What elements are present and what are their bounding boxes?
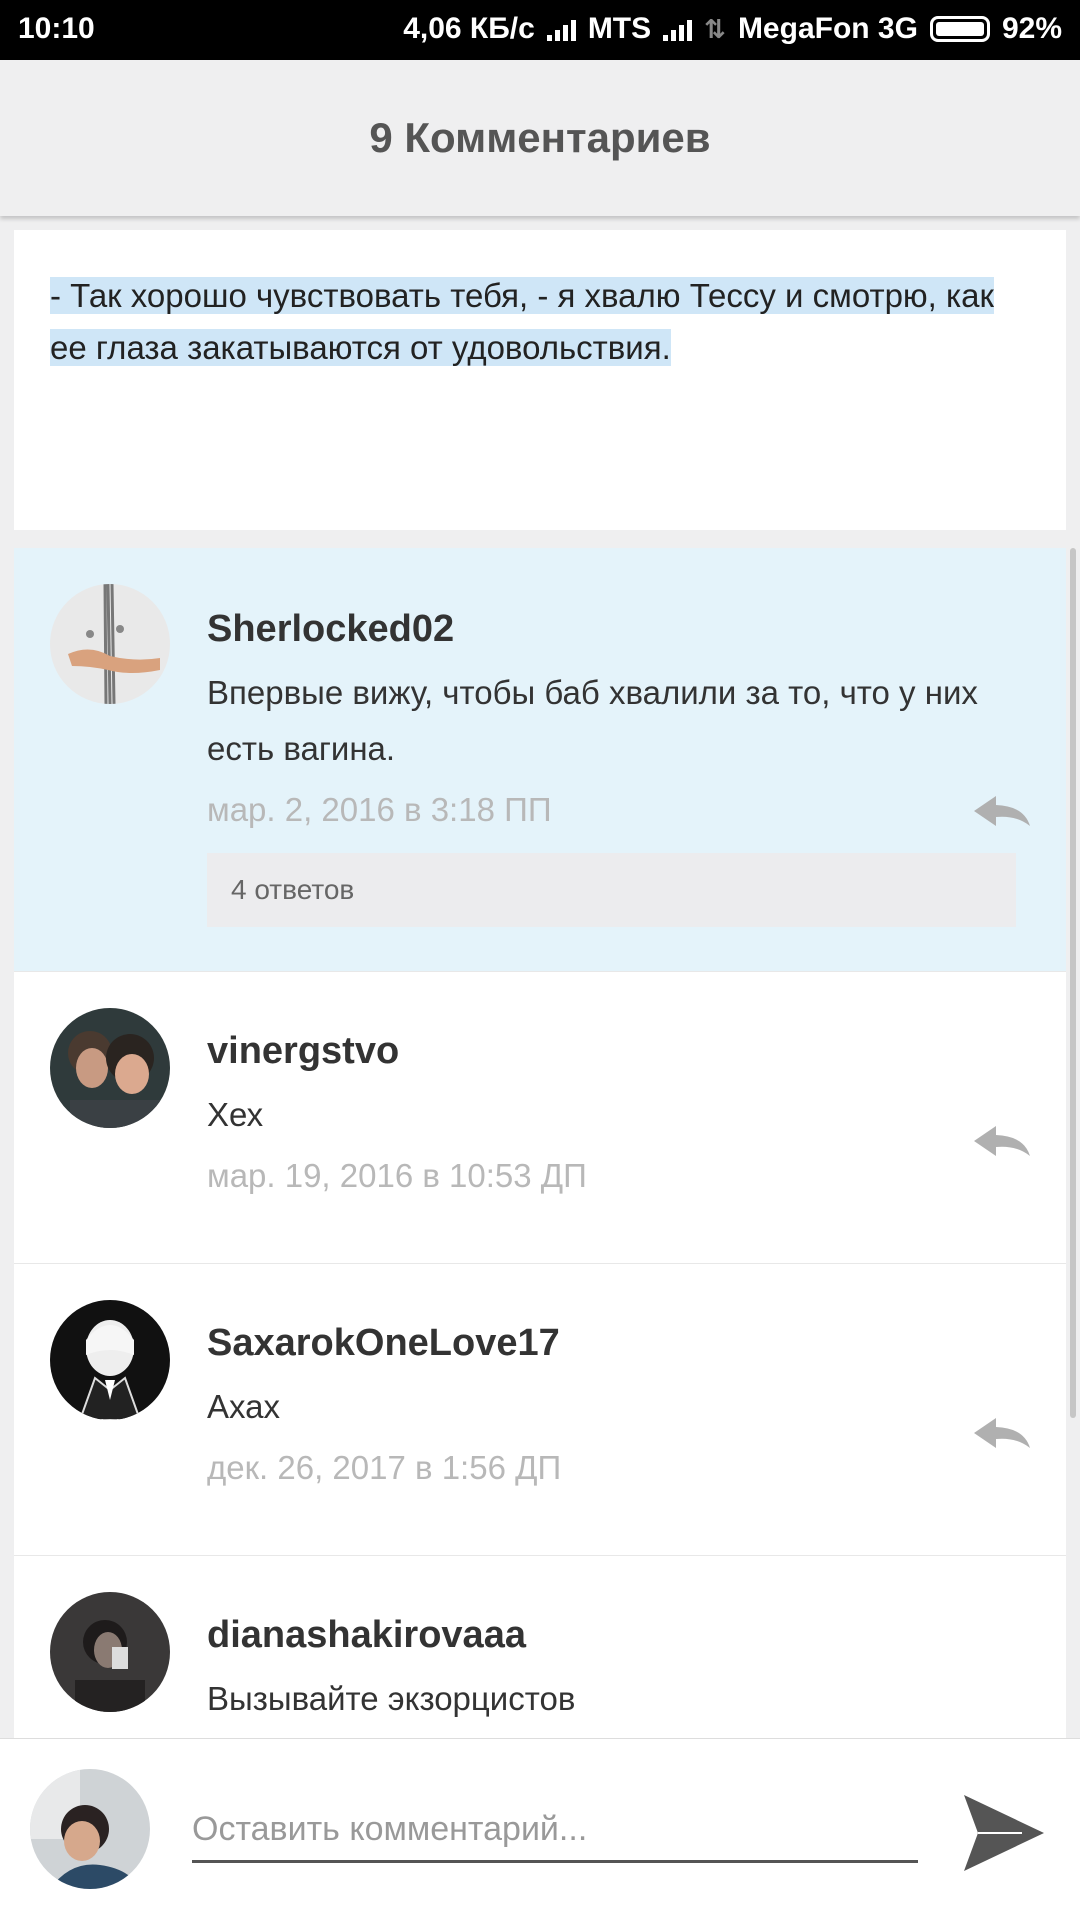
avatar[interactable] xyxy=(50,584,170,704)
comment-username[interactable]: Sherlocked02 xyxy=(207,608,1036,651)
status-bar: 10:10 4,06 КБ/с MTS ⇅ MegaFon 3G 92% xyxy=(0,0,1080,60)
comment-date: дек. 26, 2017 в 1:56 ДП xyxy=(207,1449,562,1486)
reply-icon[interactable] xyxy=(972,1124,1032,1158)
comment-body: SaxarokOneLove17 Ахах дек. 26, 2017 в 1:… xyxy=(207,1322,1066,1487)
comment-body: vinergstvo Хех мар. 19, 2016 в 10:53 ДП xyxy=(207,1030,1066,1195)
comment-item[interactable]: vinergstvo Хех мар. 19, 2016 в 10:53 ДП xyxy=(14,972,1066,1264)
avatar[interactable] xyxy=(50,1592,170,1712)
quoted-text-card: - Так хорошо чувствовать тебя, - я хвалю… xyxy=(14,230,1066,530)
comment-composer xyxy=(0,1738,1080,1920)
page-header: 9 Комментариев xyxy=(0,60,1080,216)
signal-icon xyxy=(546,17,576,41)
signal-icon-2 xyxy=(663,17,693,41)
comment-date: мар. 19, 2016 в 10:53 ДП xyxy=(207,1157,587,1194)
comment-item[interactable]: Sherlocked02 Впервые вижу, чтобы баб хва… xyxy=(14,548,1066,972)
carrier-1: MTS xyxy=(587,12,652,45)
avatar[interactable] xyxy=(50,1008,170,1128)
view-replies-button[interactable]: 4 ответов xyxy=(207,853,1016,927)
comment-text: Хех xyxy=(207,1096,264,1133)
comment-username[interactable]: vinergstvo xyxy=(207,1030,1036,1073)
reply-icon[interactable] xyxy=(972,1416,1032,1450)
battery-icon xyxy=(929,16,990,42)
quoted-text-selection: - Так хорошо чувствовать тебя, - я хвалю… xyxy=(50,277,994,366)
data-arrows-icon: ⇅ xyxy=(704,13,726,44)
carrier-2: MegaFon 3G xyxy=(737,12,918,45)
comment-text: Впервые вижу, чтобы баб хвалили за то, ч… xyxy=(207,674,978,767)
avatar[interactable] xyxy=(50,1300,170,1420)
reply-icon[interactable] xyxy=(972,794,1032,828)
comment-input[interactable] xyxy=(192,1799,918,1863)
current-user-avatar xyxy=(30,1769,150,1889)
page-title: 9 Комментариев xyxy=(369,114,711,161)
comment-body: dianashakirovaaa Вызывайте экзорцистов xyxy=(207,1614,1066,1727)
comment-text: Вызывайте экзорцистов xyxy=(207,1680,576,1717)
send-icon[interactable] xyxy=(962,1793,1046,1873)
comment-item[interactable]: SaxarokOneLove17 Ахах дек. 26, 2017 в 1:… xyxy=(14,1264,1066,1556)
comment-text: Ахах xyxy=(207,1388,280,1425)
scrollbar[interactable] xyxy=(1070,548,1076,1418)
status-right: 4,06 КБ/с MTS ⇅ MegaFon 3G 92% xyxy=(403,12,1062,46)
comment-username[interactable]: dianashakirovaaa xyxy=(207,1614,1036,1657)
quoted-text: - Так хорошо чувствовать тебя, - я хвалю… xyxy=(50,270,1030,374)
status-time: 10:10 xyxy=(18,12,95,45)
comment-date: мар. 2, 2016 в 3:18 ПП xyxy=(207,791,552,828)
comment-body: Sherlocked02 Впервые вижу, чтобы баб хва… xyxy=(207,608,1066,927)
comment-item[interactable]: dianashakirovaaa Вызывайте экзорцистов xyxy=(14,1556,1066,1738)
network-speed: 4,06 КБ/с xyxy=(403,12,535,45)
comment-username[interactable]: SaxarokOneLove17 xyxy=(207,1322,1036,1365)
comment-list[interactable]: Sherlocked02 Впервые вижу, чтобы баб хва… xyxy=(14,548,1066,1738)
battery-percent: 92% xyxy=(1001,12,1062,45)
